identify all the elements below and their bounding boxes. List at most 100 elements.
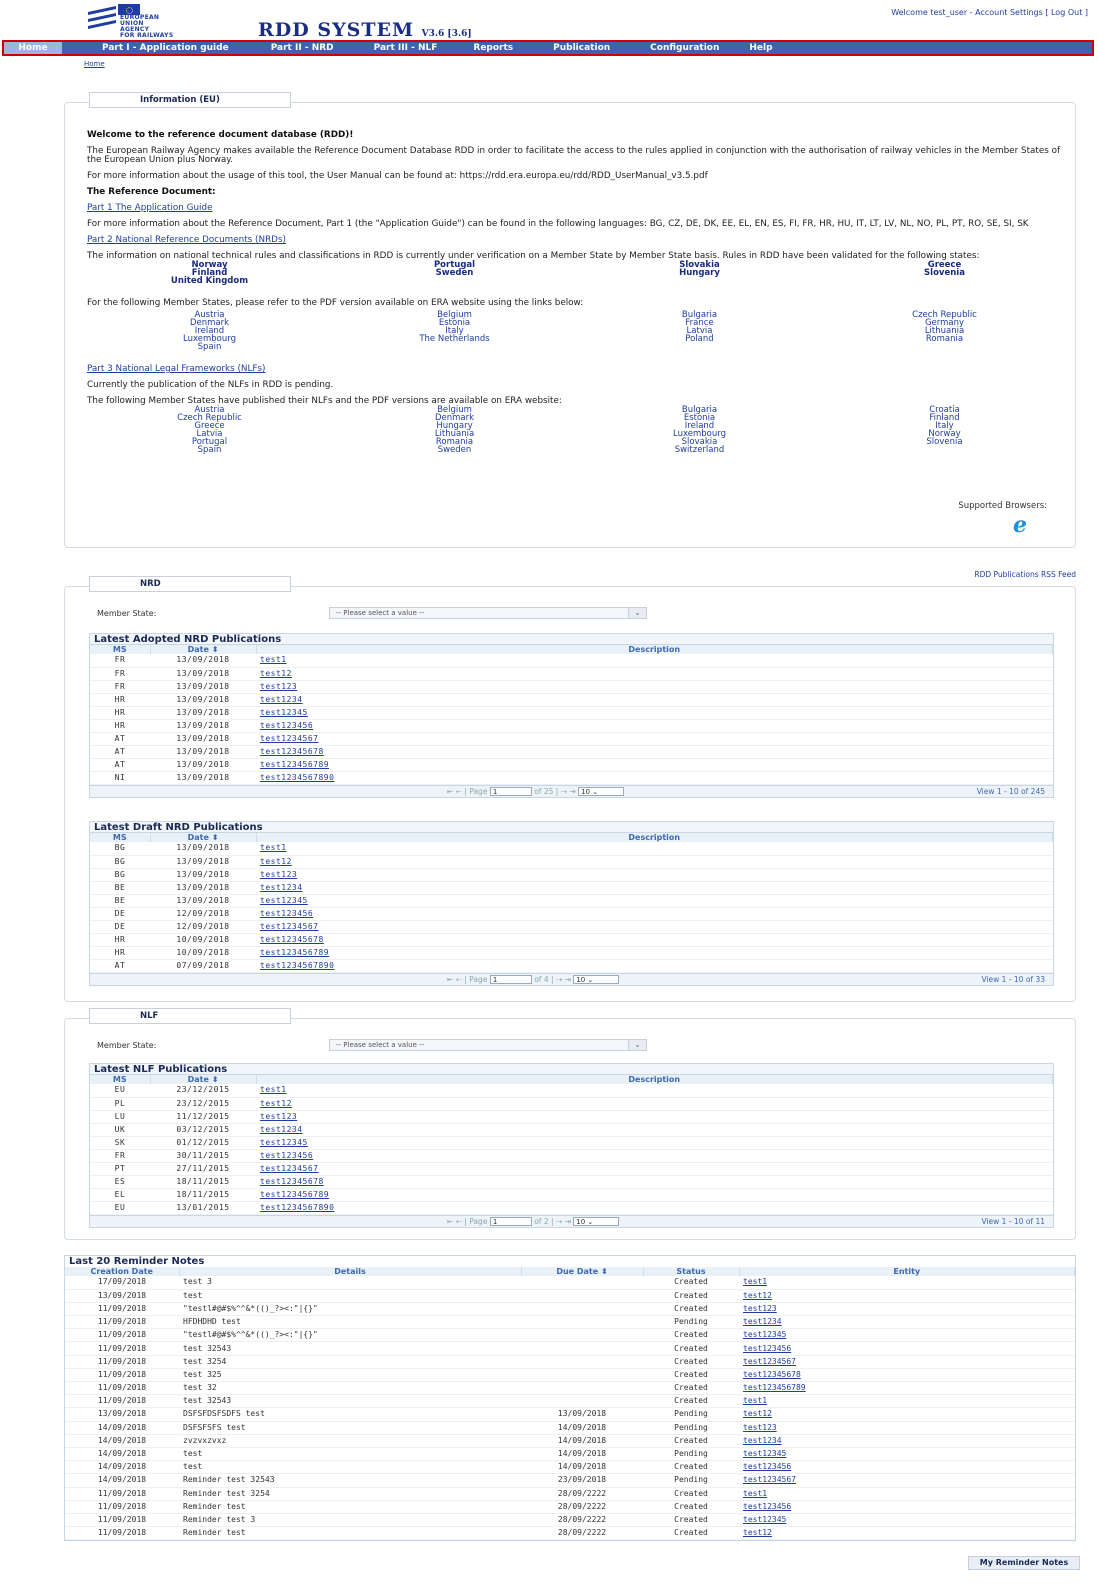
description-link[interactable]: test12 [260,1099,292,1108]
table-row[interactable]: 11/09/2018 test 3254 Created test1234567 [65,1355,1075,1369]
prev-page-icon[interactable]: ⇠ [456,1217,462,1226]
table-row[interactable]: BE 13/09/2018 test1234 [90,881,1053,895]
description-link[interactable]: test12345678 [260,935,324,944]
rows-per-page-select[interactable]: 10 ⌄ [573,975,620,984]
chevron-down-icon[interactable]: ⌄ [628,1040,646,1050]
page-input[interactable]: 1 [489,787,532,796]
col-details[interactable]: Details [179,1267,522,1276]
table-row[interactable]: PL 23/12/2015 test12 [90,1097,1053,1111]
table-row[interactable]: HR 10/09/2018 test123456789 [90,946,1053,960]
table-row[interactable]: BG 13/09/2018 test12 [90,855,1053,869]
table-row[interactable]: 11/09/2018 test 32543 Created test123456 [65,1341,1075,1356]
entity-link[interactable]: test12345 [743,1515,786,1524]
entity-link[interactable]: test12345 [743,1449,786,1458]
table-row[interactable]: 11/09/2018 "testl#@#$%^^&*(()_?><:"|{}" Cr… [65,1302,1075,1317]
description-link[interactable]: test123 [260,1112,297,1121]
description-link[interactable]: test1234 [260,695,303,704]
rss-feed-link[interactable]: RDD Publications RSS Feed [974,570,1076,579]
description-link[interactable]: test1 [260,843,287,852]
description-link[interactable]: test123456 [260,1151,313,1160]
nlf-tab[interactable]: NLF [89,1008,291,1024]
entity-link[interactable]: test123456 [743,1502,791,1511]
table-row[interactable]: 11/09/2018 Reminder test 3 28/09/2222 Creat… [65,1513,1075,1528]
menu-nrd[interactable]: Part II - NRD [261,43,344,53]
table-row[interactable]: HR 13/09/2018 test1234 [90,693,1053,707]
first-page-icon[interactable]: ⇤ [447,975,453,984]
description-link[interactable]: test1234567890 [260,961,334,970]
first-page-icon[interactable]: ⇤ [447,1217,453,1226]
description-link[interactable]: test123 [260,870,297,879]
table-row[interactable]: SK 01/12/2015 test12345 [90,1136,1053,1150]
last-page-icon[interactable]: ⇥ [565,1217,571,1226]
description-link[interactable]: test12345678 [260,1177,324,1186]
entity-link[interactable]: test12345678 [743,1370,801,1379]
entity-link[interactable]: test123 [743,1304,777,1313]
part2-link[interactable]: Part 2 National Reference Documents (NRD… [87,235,286,245]
table-row[interactable]: 13/09/2018 test Created test12 [65,1289,1075,1303]
description-link[interactable]: test123456789 [260,1190,329,1199]
description-link[interactable]: test1234567 [260,734,318,743]
table-row[interactable]: 11/09/2018 HFDHDHD test Pending test1234 [65,1315,1075,1330]
col-creation-date[interactable]: Creation Date [65,1267,180,1276]
table-row[interactable]: PT 27/11/2015 test1234567 [90,1162,1053,1176]
next-page-icon[interactable]: ⇢ [556,1217,562,1226]
table-row[interactable]: 14/09/2018 DSFSFSFS test 14/09/2018 Pending… [65,1421,1075,1435]
col-ms[interactable]: MS [90,645,151,654]
account-settings-link[interactable]: Account Settings [975,8,1043,17]
entity-link[interactable]: test123456789 [743,1383,806,1392]
table-row[interactable]: AT 13/09/2018 test123456789 [90,758,1053,772]
entity-link[interactable]: test1 [743,1277,767,1286]
description-link[interactable]: test123 [260,682,297,691]
part3-link[interactable]: Part 3 National Legal Frameworks (NLFs) [87,364,265,374]
rows-per-page-select[interactable]: 10 ⌄ [573,1217,620,1226]
col-date[interactable]: Date ⬍ [150,833,257,842]
description-link[interactable]: test1234567890 [260,773,334,782]
entity-link[interactable]: test1 [743,1489,767,1498]
table-row[interactable]: BE 13/09/2018 test12345 [90,894,1053,908]
nrd-tab[interactable]: NRD [89,576,291,592]
description-link[interactable]: test12345 [260,708,308,717]
description-link[interactable]: test12345 [260,1138,308,1147]
table-row[interactable]: EU 13/01/2015 test1234567890 [90,1201,1053,1215]
table-row[interactable]: 14/09/2018 test 14/09/2018 Created test12345… [65,1460,1075,1475]
col-status[interactable]: Status [643,1267,740,1276]
description-link[interactable]: test1234567890 [260,1203,334,1212]
table-row[interactable]: 11/09/2018 test 325 Created test12345678 [65,1368,1075,1383]
table-row[interactable]: FR 30/11/2015 test123456 [90,1149,1053,1163]
col-description[interactable]: Description [256,833,1053,842]
rows-per-page-select[interactable]: 10 ⌄ [578,787,625,796]
menu-help[interactable]: Help [739,43,782,53]
menu-application-guide[interactable]: Part I - Application guide [92,43,239,53]
entity-link[interactable]: test123456 [743,1462,791,1471]
table-row[interactable]: 11/09/2018 Reminder test 28/09/2222 Created… [65,1500,1075,1514]
description-link[interactable]: test1234 [260,1125,303,1134]
next-page-icon[interactable]: ⇢ [561,787,567,796]
last-page-icon[interactable]: ⇥ [565,975,571,984]
prev-page-icon[interactable]: ⇠ [456,975,462,984]
prev-page-icon[interactable]: ⇠ [456,787,462,796]
col-ms[interactable]: MS [90,1075,151,1084]
description-link[interactable]: test123456 [260,909,313,918]
table-row[interactable]: 11/09/2018 test 32 Created test123456789 [65,1381,1075,1396]
nlf-member-state-select[interactable]: -- Please select a value -- ⌄ [329,1039,647,1051]
entity-link[interactable]: test1 [743,1396,767,1405]
chevron-down-icon[interactable]: ⌄ [628,608,646,618]
table-row[interactable]: FR 13/09/2018 test12 [90,667,1053,681]
table-row[interactable]: 13/09/2018 DSFSFDSFSDFS test 13/09/2018 Pen… [65,1407,1075,1422]
col-description[interactable]: Description [256,1075,1053,1084]
table-row[interactable]: 14/09/2018 zvzvxzvxz 14/09/2018 Created test… [65,1434,1075,1448]
nrd-member-state-select[interactable]: -- Please select a value -- ⌄ [329,607,647,619]
table-row[interactable]: LU 11/12/2015 test123 [90,1110,1053,1124]
table-row[interactable]: ES 18/11/2015 test12345678 [90,1175,1053,1189]
menu-configuration[interactable]: Configuration [640,43,729,53]
table-row[interactable]: EU 23/12/2015 test1 [90,1084,1053,1098]
table-row[interactable]: HR 10/09/2018 test12345678 [90,933,1053,947]
menu-home[interactable]: Home [4,42,62,54]
entity-link[interactable]: test1234567 [743,1475,796,1484]
description-link[interactable]: test12 [260,857,292,866]
table-row[interactable]: 14/09/2018 Reminder test 32543 23/09/2018 P… [65,1473,1075,1488]
description-link[interactable]: test1 [260,1085,287,1094]
col-date[interactable]: Date ⬍ [150,1075,257,1084]
page-input[interactable]: 1 [489,1217,532,1226]
next-page-icon[interactable]: ⇢ [556,975,562,984]
